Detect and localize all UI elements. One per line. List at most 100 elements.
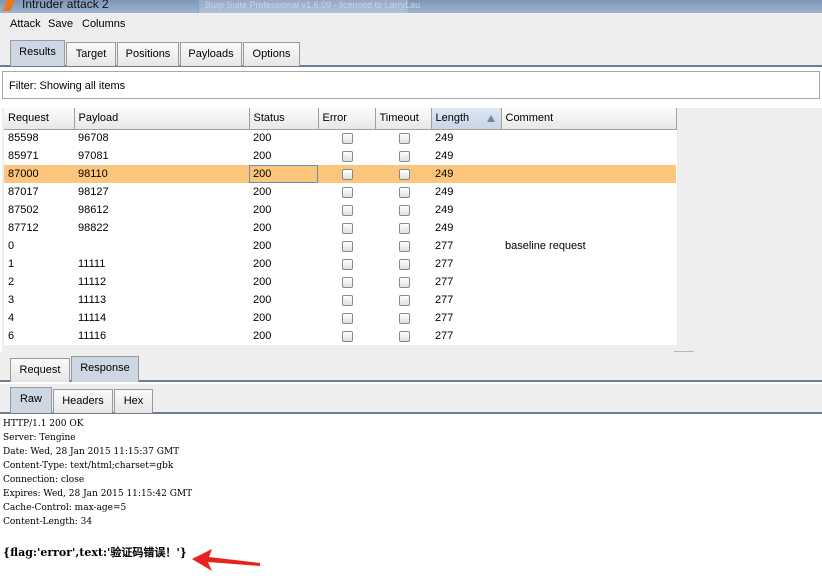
cell-request: 0 bbox=[8, 240, 15, 252]
cell-timeout bbox=[375, 219, 431, 237]
table-row[interactable]: 87502 98612 200 249 bbox=[4, 201, 676, 219]
cell-request: 2 bbox=[8, 276, 15, 288]
column-header-status[interactable]: Status bbox=[249, 108, 319, 130]
tab-target[interactable]: Target bbox=[66, 42, 116, 66]
tab-headers[interactable]: Headers bbox=[53, 389, 113, 413]
table-row[interactable]: 87000 98110 200 249 bbox=[4, 165, 676, 183]
tab-options[interactable]: Options bbox=[243, 42, 300, 66]
cell-error bbox=[318, 147, 375, 165]
cell-payload: 11114 bbox=[78, 312, 107, 324]
error-checkbox[interactable] bbox=[342, 312, 353, 324]
menu-attack[interactable]: Attack bbox=[10, 18, 41, 30]
tab-results[interactable]: Results bbox=[10, 40, 65, 66]
error-checkbox[interactable] bbox=[342, 276, 353, 288]
cell-payload: 11116 bbox=[78, 330, 107, 342]
cell-status: 200 bbox=[253, 150, 272, 162]
timeout-checkbox[interactable] bbox=[399, 168, 410, 180]
cell-payload: 98127 bbox=[78, 186, 109, 198]
column-header-length[interactable]: Length bbox=[431, 108, 502, 130]
table-row[interactable]: 6 11116 200 277 bbox=[4, 327, 676, 345]
timeout-checkbox[interactable] bbox=[399, 204, 410, 216]
error-checkbox[interactable] bbox=[342, 222, 353, 234]
error-checkbox[interactable] bbox=[342, 150, 353, 162]
cell-error bbox=[318, 309, 375, 327]
cell-request: 87502 bbox=[8, 204, 39, 216]
cell-timeout bbox=[375, 327, 431, 345]
column-header-request[interactable]: Request bbox=[4, 108, 75, 130]
column-header-error[interactable]: Error bbox=[318, 108, 376, 130]
timeout-checkbox[interactable] bbox=[399, 186, 410, 198]
table-row[interactable]: 1 11111 200 277 bbox=[4, 255, 676, 273]
cell-comment bbox=[501, 309, 676, 327]
tab-payloads[interactable]: Payloads bbox=[180, 42, 242, 66]
cell-payload: 98612 bbox=[78, 204, 109, 216]
timeout-checkbox[interactable] bbox=[399, 330, 410, 342]
tab-hex[interactable]: Hex bbox=[114, 389, 153, 413]
table-row[interactable]: 85971 97081 200 249 bbox=[4, 147, 676, 165]
error-checkbox[interactable] bbox=[342, 258, 353, 270]
tab-positions[interactable]: Positions bbox=[117, 42, 179, 66]
table-row[interactable]: 85598 96708 200 249 bbox=[4, 129, 676, 147]
column-header-payload[interactable]: Payload bbox=[74, 108, 250, 130]
cell-request: 87000 bbox=[4, 165, 74, 183]
table-row[interactable]: 4 11114 200 277 bbox=[4, 309, 676, 327]
tab-response[interactable]: Response bbox=[71, 356, 139, 382]
tab-request[interactable]: Request bbox=[10, 358, 70, 382]
cell-comment bbox=[501, 219, 676, 237]
error-checkbox[interactable] bbox=[342, 294, 353, 306]
table-row[interactable]: 87712 98822 200 249 bbox=[4, 219, 676, 237]
timeout-checkbox[interactable] bbox=[399, 240, 410, 252]
cell-payload: 11111 bbox=[78, 258, 106, 270]
cell-error bbox=[318, 327, 375, 345]
raw-response-view[interactable]: HTTP/1.1 200 OK Server: Tengine Date: We… bbox=[0, 416, 822, 579]
cell-timeout bbox=[375, 183, 431, 201]
column-header-comment[interactable]: Comment bbox=[501, 108, 677, 130]
menu-bar: Attack Save Columns bbox=[0, 13, 822, 37]
cell-timeout bbox=[375, 237, 431, 255]
menu-save[interactable]: Save bbox=[48, 18, 73, 30]
error-checkbox[interactable] bbox=[342, 186, 353, 198]
cell-length: 277 bbox=[435, 276, 454, 288]
cell-request: 87712 bbox=[8, 222, 39, 234]
error-checkbox[interactable] bbox=[342, 132, 353, 144]
error-checkbox[interactable] bbox=[342, 204, 353, 216]
timeout-checkbox[interactable] bbox=[399, 132, 410, 144]
timeout-checkbox[interactable] bbox=[399, 312, 410, 324]
cell-status: 200 bbox=[253, 132, 272, 145]
timeout-checkbox[interactable] bbox=[399, 222, 410, 234]
cell-timeout bbox=[375, 309, 431, 327]
error-checkbox[interactable] bbox=[342, 240, 353, 252]
cell-error bbox=[318, 201, 375, 219]
annotation-arrow-icon bbox=[192, 549, 260, 571]
error-checkbox[interactable] bbox=[342, 330, 353, 342]
cell-timeout bbox=[375, 165, 431, 183]
menu-columns[interactable]: Columns bbox=[82, 18, 125, 30]
cell-request: 85598 bbox=[8, 132, 39, 145]
cell-length: 277 bbox=[435, 312, 454, 324]
tab-raw[interactable]: Raw bbox=[10, 387, 52, 413]
cell-timeout bbox=[375, 147, 431, 165]
error-checkbox[interactable] bbox=[342, 168, 353, 180]
window-title: Intruder attack 2 bbox=[22, 0, 109, 11]
cell-payload: 98822 bbox=[78, 222, 109, 234]
cell-status: 200 bbox=[253, 312, 272, 324]
cell-payload: 97081 bbox=[78, 150, 109, 162]
table-row[interactable]: 87017 98127 200 249 bbox=[4, 183, 676, 201]
cell-comment bbox=[501, 291, 676, 309]
filter-bar[interactable]: Filter: Showing all items bbox=[2, 71, 820, 99]
timeout-checkbox[interactable] bbox=[399, 276, 410, 288]
cell-comment bbox=[501, 201, 676, 219]
cell-payload: 11112 bbox=[78, 276, 107, 288]
table-row[interactable]: 0 200 277 baseline request bbox=[4, 237, 676, 255]
cell-request: 87017 bbox=[8, 186, 39, 198]
table-row[interactable]: 2 11112 200 277 bbox=[4, 273, 676, 291]
cell-comment bbox=[501, 147, 676, 165]
cell-error bbox=[318, 255, 375, 273]
timeout-checkbox[interactable] bbox=[399, 150, 410, 162]
timeout-checkbox[interactable] bbox=[399, 294, 410, 306]
timeout-checkbox[interactable] bbox=[399, 258, 410, 270]
cell-status: 200 bbox=[253, 204, 272, 216]
column-header-timeout[interactable]: Timeout bbox=[375, 108, 432, 130]
response-line: Cache-Control: max-age=5 bbox=[3, 503, 127, 513]
table-row[interactable]: 3 11113 200 277 bbox=[4, 291, 676, 309]
